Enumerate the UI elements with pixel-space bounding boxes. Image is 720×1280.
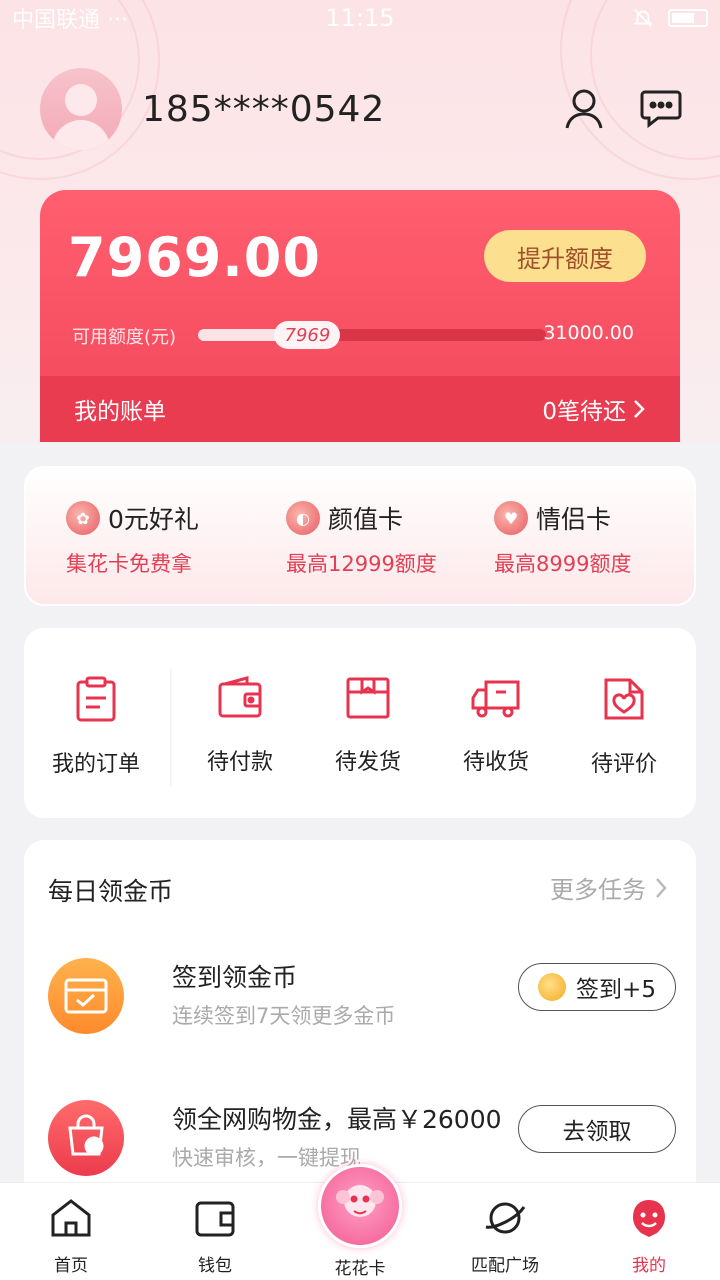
battery-icon — [668, 9, 708, 27]
tab-huahua-card-label[interactable]: 花花卡 — [310, 1254, 410, 1279]
box-icon — [346, 677, 390, 719]
message-icon[interactable] — [640, 88, 682, 128]
flower-icon: ✿ — [66, 501, 100, 535]
more-tasks-link[interactable]: 更多任务 — [550, 870, 668, 905]
avatar[interactable] — [40, 68, 122, 150]
more-tasks-label: 更多任务 — [550, 876, 646, 904]
available-label: 可用额度(元) — [72, 327, 177, 348]
raise-limit-button[interactable]: 提升额度 — [484, 230, 646, 282]
face-icon: ◐ — [286, 501, 320, 535]
tab-label: 我的 — [632, 1256, 666, 1276]
order-pending-receipt[interactable]: 待收货 — [436, 676, 556, 776]
order-label: 我的订单 — [51, 752, 140, 777]
tab-label: 匹配广场 — [471, 1256, 539, 1276]
tab-match-square[interactable]: 匹配广场 — [450, 1197, 560, 1276]
truck-icon — [471, 680, 520, 718]
heart-icon: ♥ — [494, 501, 528, 535]
claim-button-label: 去领取 — [562, 1119, 632, 1145]
order-pending-shipment[interactable]: 待发货 — [308, 676, 428, 776]
huahua-card-icon[interactable] — [318, 1164, 402, 1248]
task-subtitle: 连续签到7天领更多金币 — [172, 1004, 396, 1028]
user-phone: 185****0542 — [142, 88, 386, 130]
total-limit: 31000.00 — [543, 322, 634, 344]
tab-me[interactable]: 我的 — [594, 1197, 704, 1276]
profile-header: 185****0542 — [40, 68, 385, 150]
order-label: 待收货 — [462, 750, 529, 775]
sign-in-button[interactable]: 签到+5 — [518, 963, 676, 1011]
promo-title: 情侣卡 — [536, 505, 612, 534]
order-label: 待发货 — [334, 750, 401, 775]
promo-title: 颜值卡 — [328, 505, 404, 534]
sign-in-button-label: 签到+5 — [576, 977, 656, 1003]
credit-progress-knob: 7969 — [274, 321, 341, 349]
planet-icon — [485, 1202, 526, 1234]
coin-icon — [538, 973, 567, 1001]
credit-progress-bar: 7969 — [198, 321, 546, 349]
claim-button[interactable]: 去领取 — [518, 1105, 676, 1153]
order-label: 待评价 — [590, 752, 657, 777]
me-icon — [633, 1200, 665, 1237]
tab-wallet[interactable]: 钱包 — [160, 1197, 270, 1276]
credit-amount: 7969.00 — [68, 226, 321, 289]
home-icon — [51, 1199, 91, 1237]
task-title: 领全网购物金，最高￥26000 — [172, 1105, 502, 1134]
clock: 11:15 — [325, 4, 395, 32]
order-pending-payment[interactable]: 待付款 — [180, 676, 300, 776]
review-heart-icon — [604, 678, 644, 720]
promo-subtitle: 最高8999额度 — [494, 552, 632, 576]
bill-label: 我的账单 — [74, 399, 166, 425]
order-my-orders[interactable]: 我的订单 — [36, 676, 156, 778]
tab-home[interactable]: 首页 — [16, 1197, 126, 1276]
order-divider — [170, 668, 172, 786]
shopping-bag-icon — [48, 1100, 124, 1176]
tab-label: 钱包 — [198, 1256, 232, 1276]
promo-couple-card[interactable]: ♥ 情侣卡 最高8999额度 — [494, 500, 631, 578]
chevron-right-icon — [656, 877, 667, 898]
order-pending-review[interactable]: 待评价 — [564, 676, 684, 778]
order-label: 待付款 — [206, 750, 273, 775]
wallet-icon — [195, 1201, 235, 1237]
daily-tasks-title: 每日领金币 — [48, 877, 174, 906]
promo-looks-card[interactable]: ◐ 颜值卡 最高12999额度 — [286, 500, 437, 578]
tab-label: 首页 — [54, 1256, 88, 1276]
clipboard-icon — [76, 676, 116, 722]
user-profile-icon[interactable] — [564, 88, 604, 130]
my-bill-row[interactable]: 我的账单 0笔待还 — [40, 376, 680, 442]
promo-title: 0元好礼 — [108, 505, 199, 534]
promo-subtitle: 集花卡免费拿 — [66, 552, 192, 576]
wallet-icon — [218, 676, 262, 718]
orders-panel: 我的订单 待付款 待发货 待收货 待评价 — [24, 628, 696, 818]
credit-card-panel: 7969.00 提升额度 可用额度(元) 7969 31000.00 我的账单 … — [40, 190, 680, 442]
promo-subtitle: 最高12999额度 — [286, 552, 437, 576]
bill-status: 0笔待还 — [542, 399, 626, 425]
status-bar: 中国联通 ··· 11:15 — [0, 0, 720, 36]
promo-free-gift[interactable]: ✿ 0元好礼 集花卡免费拿 — [66, 500, 199, 578]
promo-panel: ✿ 0元好礼 集花卡免费拿 ◐ 颜值卡 最高12999额度 ♥ 情侣卡 最高89… — [24, 466, 696, 606]
task-title: 签到领金币 — [172, 963, 298, 992]
task-sign-in: 签到领金币 连续签到7天领更多金币 签到+5 — [48, 958, 676, 1038]
header-actions — [564, 88, 682, 130]
calendar-check-icon — [48, 958, 124, 1034]
chevron-right-icon — [634, 400, 645, 418]
